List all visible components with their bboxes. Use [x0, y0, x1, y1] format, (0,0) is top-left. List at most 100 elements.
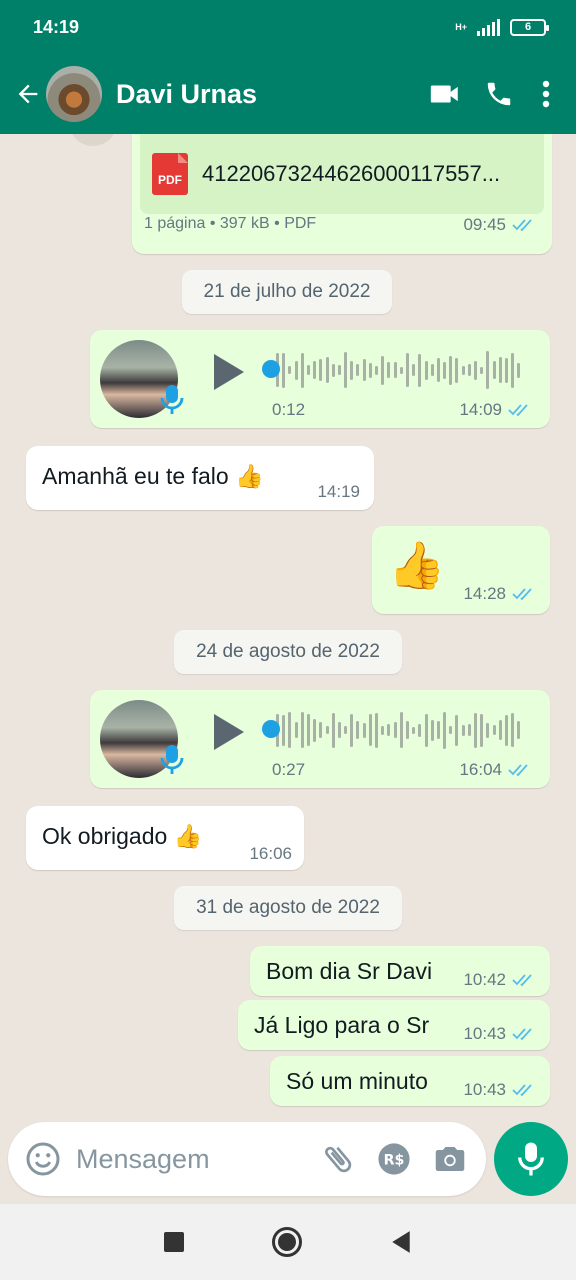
- waveform-bar: [356, 721, 360, 739]
- system-nav-bar: [0, 1204, 576, 1280]
- waveform-bar: [436, 358, 440, 382]
- waveform-bar: [424, 360, 428, 380]
- message-outgoing[interactable]: Já Ligo para o Sr 10:43: [238, 1000, 550, 1050]
- waveform-bar: [418, 353, 422, 387]
- message-voice[interactable]: 0:12 14:09: [90, 330, 550, 428]
- waveform-bar: [474, 712, 477, 748]
- attach-button[interactable]: [310, 1141, 366, 1177]
- camera-icon: [435, 1147, 465, 1171]
- play-icon[interactable]: [210, 352, 246, 392]
- status-bar: 14:19 H+ 6: [0, 0, 576, 54]
- waveform-bar: [350, 360, 354, 380]
- waveform-bar: [412, 726, 416, 734]
- message-meta: 16:04: [459, 760, 532, 780]
- message-meta: 14:09: [459, 400, 532, 420]
- waveform-bar: [362, 359, 366, 381]
- waveform-bar: [474, 360, 477, 380]
- recents-button[interactable]: [164, 1232, 184, 1252]
- waveform-bar: [430, 364, 434, 376]
- message-voice[interactable]: 0:27 16:04: [90, 690, 550, 788]
- message-time: 09:45: [463, 215, 506, 234]
- voice-call-button[interactable]: [472, 64, 526, 124]
- waveform-bar: [306, 714, 310, 746]
- audio-seek-handle[interactable]: [262, 360, 280, 378]
- waveform-bar: [325, 357, 329, 383]
- read-ticks-icon: [512, 1084, 532, 1097]
- svg-text:R$: R$: [384, 1153, 405, 1169]
- waveform-bar: [381, 355, 385, 385]
- message-time: 10:43: [463, 1080, 506, 1099]
- waveform-bar: [294, 360, 298, 380]
- emoji-button[interactable]: [12, 1141, 74, 1177]
- message-text: Já Ligo para o Sr: [254, 1012, 430, 1038]
- read-ticks-icon: [512, 219, 532, 232]
- waveform-bar: [517, 362, 521, 378]
- status-time: 14:19: [33, 16, 80, 37]
- audio-duration: 0:12: [272, 400, 306, 419]
- waveform-bar: [498, 720, 502, 740]
- message-meta: 10:43: [463, 1080, 536, 1100]
- payment-icon: R$: [378, 1143, 410, 1175]
- waveform-bar: [319, 722, 323, 738]
- waveform-bar: [486, 722, 490, 738]
- pdf-file[interactable]: PDF 41220673244626000117557...: [140, 134, 544, 214]
- more-options-icon: [542, 80, 550, 108]
- home-button[interactable]: [272, 1227, 302, 1257]
- audio-seek-handle[interactable]: [262, 720, 280, 738]
- waveform-bar: [492, 361, 496, 379]
- waveform-bar: [356, 364, 360, 376]
- contact-name[interactable]: Davi Urnas: [116, 79, 418, 110]
- message-outgoing[interactable]: 👍 14:28: [372, 526, 550, 614]
- waveform-bar: [467, 364, 471, 376]
- message-incoming[interactable]: Amanhã eu te falo 👍 14:19: [26, 446, 374, 510]
- message-incoming[interactable]: Ok obrigado 👍 16:06: [26, 806, 304, 870]
- voice-record-button[interactable]: [494, 1122, 568, 1196]
- contact-avatar[interactable]: [46, 66, 102, 122]
- message-input[interactable]: Mensagem: [76, 1144, 310, 1175]
- message-outgoing[interactable]: Bom dia Sr Davi 10:42: [250, 946, 550, 996]
- waveform-bar: [399, 366, 403, 374]
- waveform-bar: [337, 722, 341, 738]
- emoji-icon: [26, 1142, 60, 1176]
- message-text: Amanhã eu te falo 👍: [42, 463, 264, 489]
- read-ticks-icon: [508, 404, 528, 417]
- message-time: 14:09: [459, 400, 502, 419]
- home-dot-icon: [278, 1233, 296, 1251]
- more-options-button[interactable]: [526, 64, 566, 124]
- video-call-button[interactable]: [418, 64, 472, 124]
- waveform-bar: [511, 713, 515, 747]
- back-button[interactable]: [4, 64, 52, 124]
- message-outgoing[interactable]: Só um minuto 10:43: [270, 1056, 550, 1106]
- camera-button[interactable]: [422, 1141, 478, 1177]
- waveform-bar: [436, 721, 440, 739]
- waveform-bar: [344, 726, 348, 734]
- waveform-bar: [443, 711, 447, 749]
- message-time: 10:43: [463, 1024, 506, 1043]
- audio-waveform[interactable]: [276, 708, 521, 752]
- audio-waveform[interactable]: [276, 348, 521, 392]
- waveform-bar: [405, 353, 409, 387]
- message-time: 14:28: [463, 584, 506, 603]
- date-separator: 21 de julho de 2022: [182, 270, 392, 314]
- back-nav-icon[interactable]: [390, 1230, 412, 1254]
- payment-button[interactable]: R$: [366, 1142, 422, 1176]
- waveform-bar: [319, 359, 323, 381]
- waveform-bar: [306, 365, 310, 375]
- message-pdf[interactable]: PDF 41220673244626000117557... 1 página …: [132, 134, 552, 254]
- waveform-bar: [381, 725, 385, 735]
- battery-level: 6: [524, 21, 532, 33]
- read-ticks-icon: [512, 588, 532, 601]
- waveform-bar: [480, 366, 484, 374]
- chat-header: Davi Urnas: [0, 54, 576, 134]
- chat-messages[interactable]: PDF 41220673244626000117557... 1 página …: [0, 134, 576, 1204]
- waveform-bar: [467, 724, 471, 736]
- pdf-file-name: 41220673244626000117557...: [202, 161, 501, 186]
- play-icon[interactable]: [210, 712, 246, 752]
- read-ticks-icon: [508, 764, 528, 777]
- waveform-bar: [405, 721, 409, 739]
- waveform-bar: [300, 712, 304, 748]
- read-ticks-icon: [512, 1028, 532, 1041]
- audio-duration: 0:27: [272, 760, 306, 779]
- waveform-bar: [337, 365, 341, 375]
- video-call-icon: [430, 85, 458, 103]
